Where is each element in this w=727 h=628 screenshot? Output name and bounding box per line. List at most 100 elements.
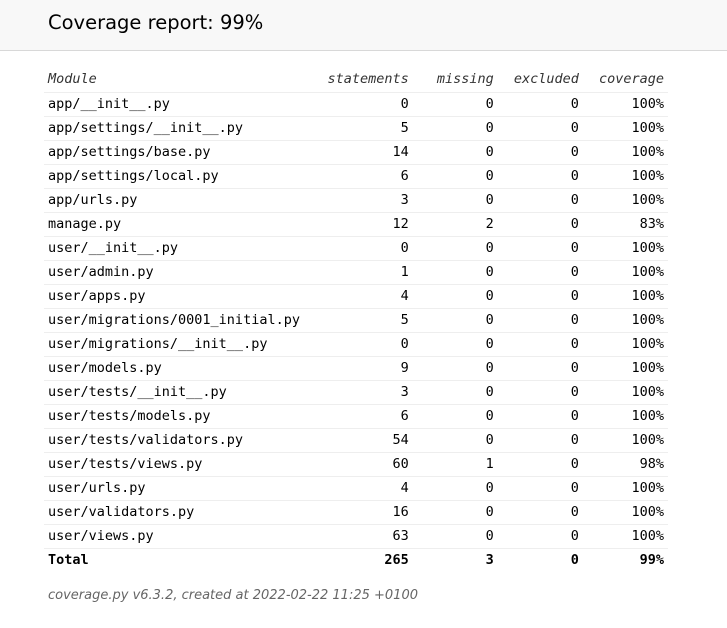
excluded-cell: 0 bbox=[497, 116, 583, 141]
coverage-cell: 100% bbox=[582, 116, 668, 141]
excluded-cell: 0 bbox=[497, 212, 583, 237]
coverage-cell: 100% bbox=[582, 428, 668, 453]
column-statements[interactable]: statements bbox=[313, 67, 413, 93]
statements-cell: 6 bbox=[313, 164, 413, 189]
module-link[interactable]: app/settings/__init__.py bbox=[44, 116, 314, 141]
table-row: user/apps.py 4 0 0 100% bbox=[44, 284, 668, 309]
missing-cell: 1 bbox=[412, 452, 498, 477]
module-link[interactable]: app/urls.py bbox=[44, 188, 314, 213]
missing-cell: 0 bbox=[412, 236, 498, 261]
header-row: Module statements missing excluded cover… bbox=[44, 67, 668, 93]
statements-cell: 0 bbox=[313, 236, 413, 261]
missing-cell: 0 bbox=[412, 500, 498, 525]
total-coverage: 99% bbox=[639, 551, 664, 568]
table-row: user/urls.py 4 0 0 100% bbox=[44, 476, 668, 501]
module-link[interactable]: manage.py bbox=[44, 212, 314, 237]
table-row: user/models.py 9 0 0 100% bbox=[44, 356, 668, 381]
excluded-cell: 0 bbox=[497, 404, 583, 429]
missing-cell: 0 bbox=[412, 476, 498, 501]
total-missing: 3 bbox=[485, 551, 494, 568]
excluded-cell: 0 bbox=[497, 500, 583, 525]
coverage-cell: 100% bbox=[582, 140, 668, 165]
module-link[interactable]: user/tests/__init__.py bbox=[44, 380, 314, 405]
table-row: app/settings/local.py 6 0 0 100% bbox=[44, 164, 668, 189]
table-row: user/migrations/__init__.py 0 0 0 100% bbox=[44, 332, 668, 357]
module-link[interactable]: user/tests/views.py bbox=[44, 452, 314, 477]
module-link[interactable]: user/admin.py bbox=[44, 260, 314, 285]
column-missing[interactable]: missing bbox=[412, 67, 498, 93]
coverage-cell: 100% bbox=[582, 308, 668, 333]
table-row: app/__init__.py 0 0 0 100% bbox=[44, 92, 668, 117]
statements-cell: 9 bbox=[313, 356, 413, 381]
module-link[interactable]: user/migrations/__init__.py bbox=[44, 332, 314, 357]
module-link[interactable]: app/settings/local.py bbox=[44, 164, 314, 189]
module-link[interactable]: user/apps.py bbox=[44, 284, 314, 309]
module-link[interactable]: user/__init__.py bbox=[44, 236, 314, 261]
statements-cell: 5 bbox=[313, 308, 413, 333]
table-row: user/migrations/0001_initial.py 5 0 0 100% bbox=[44, 308, 668, 333]
module-link[interactable]: user/models.py bbox=[44, 356, 314, 381]
coverage-cell: 100% bbox=[582, 92, 668, 117]
footer-text: coverage.py v6.3.2, created at 2022-02-2… bbox=[48, 588, 418, 603]
table-body: app/__init__.py 0 0 0 100% app/settings/__ini… bbox=[44, 92, 668, 549]
table-row: user/tests/__init__.py 3 0 0 100% bbox=[44, 380, 668, 405]
excluded-cell: 0 bbox=[497, 308, 583, 333]
module-link[interactable]: user/migrations/0001_initial.py bbox=[44, 308, 314, 333]
missing-cell: 0 bbox=[412, 524, 498, 549]
module-link[interactable]: user/validators.py bbox=[44, 500, 314, 525]
missing-cell: 0 bbox=[412, 140, 498, 165]
table-row: user/admin.py 1 0 0 100% bbox=[44, 260, 668, 285]
module-link[interactable]: app/settings/base.py bbox=[44, 140, 314, 165]
module-link[interactable]: user/tests/models.py bbox=[44, 404, 314, 429]
table-row: app/urls.py 3 0 0 100% bbox=[44, 188, 668, 213]
table-row: app/settings/base.py 14 0 0 100% bbox=[44, 140, 668, 165]
module-link[interactable]: app/__init__.py bbox=[44, 92, 314, 117]
excluded-cell: 0 bbox=[497, 284, 583, 309]
column-module[interactable]: Module bbox=[44, 67, 314, 93]
missing-cell: 0 bbox=[412, 404, 498, 429]
table-row: user/tests/views.py 60 1 0 98% bbox=[44, 452, 668, 477]
missing-cell: 0 bbox=[412, 164, 498, 189]
excluded-cell: 0 bbox=[497, 476, 583, 501]
report-header: Coverage report: 99% bbox=[0, 0, 727, 51]
excluded-cell: 0 bbox=[497, 164, 583, 189]
coverage-cell: 100% bbox=[582, 380, 668, 405]
total-label: Total bbox=[48, 551, 89, 568]
table-row: manage.py 12 2 0 83% bbox=[44, 212, 668, 237]
table-footer: Total 265 3 0 99% bbox=[44, 548, 668, 572]
missing-cell: 0 bbox=[412, 380, 498, 405]
total-excluded: 0 bbox=[570, 551, 579, 568]
column-coverage[interactable]: coverage bbox=[582, 67, 668, 93]
module-link[interactable]: user/tests/validators.py bbox=[44, 428, 314, 453]
table-row: app/settings/__init__.py 5 0 0 100% bbox=[44, 116, 668, 141]
table-header: Module statements missing excluded cover… bbox=[44, 67, 668, 93]
statements-cell: 0 bbox=[313, 92, 413, 117]
statements-cell: 3 bbox=[313, 380, 413, 405]
module-link[interactable]: user/urls.py bbox=[44, 476, 314, 501]
excluded-cell: 0 bbox=[497, 356, 583, 381]
statements-cell: 54 bbox=[313, 428, 413, 453]
statements-cell: 6 bbox=[313, 404, 413, 429]
excluded-cell: 0 bbox=[497, 260, 583, 285]
missing-cell: 0 bbox=[412, 116, 498, 141]
coverage-cell: 98% bbox=[582, 452, 668, 477]
missing-cell: 0 bbox=[412, 308, 498, 333]
coverage-cell: 100% bbox=[582, 236, 668, 261]
missing-cell: 0 bbox=[412, 356, 498, 381]
coverage-cell: 100% bbox=[582, 356, 668, 381]
excluded-cell: 0 bbox=[497, 140, 583, 165]
coverage-cell: 100% bbox=[582, 164, 668, 189]
missing-cell: 0 bbox=[412, 332, 498, 357]
table-row: user/tests/validators.py 54 0 0 100% bbox=[44, 428, 668, 453]
module-link[interactable]: user/views.py bbox=[44, 524, 314, 549]
total-row: Total 265 3 0 99% bbox=[44, 548, 668, 572]
statements-cell: 60 bbox=[313, 452, 413, 477]
column-excluded[interactable]: excluded bbox=[497, 67, 583, 93]
table-row: user/views.py 63 0 0 100% bbox=[44, 524, 668, 549]
excluded-cell: 0 bbox=[497, 92, 583, 117]
excluded-cell: 0 bbox=[497, 452, 583, 477]
statements-cell: 16 bbox=[313, 500, 413, 525]
total-statements: 265 bbox=[384, 551, 409, 568]
excluded-cell: 0 bbox=[497, 236, 583, 261]
coverage-cell: 100% bbox=[582, 476, 668, 501]
